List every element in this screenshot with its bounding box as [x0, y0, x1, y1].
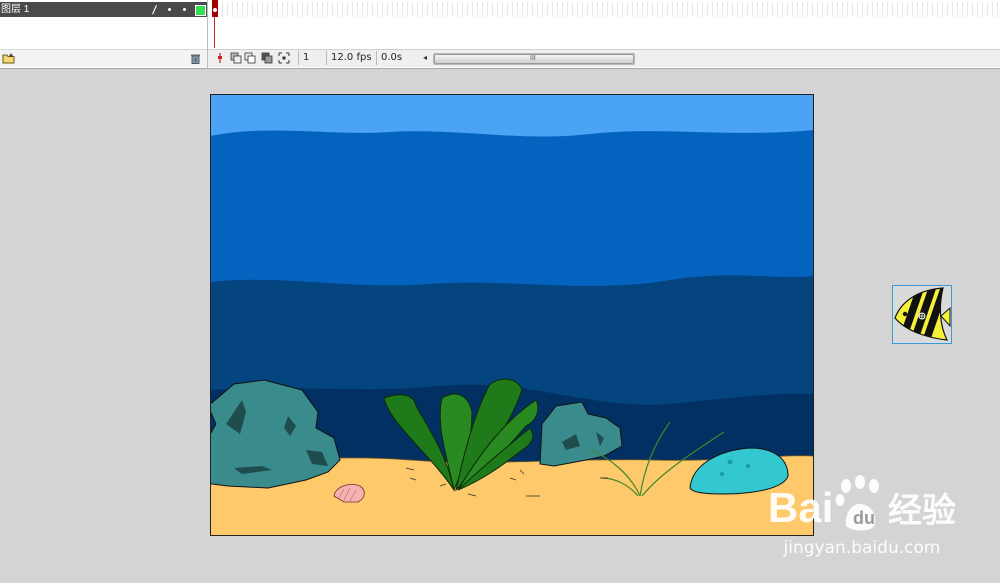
keyframe-icon: [213, 8, 217, 12]
modify-onion-markers-icon[interactable]: [278, 52, 290, 64]
frame-area[interactable]: [208, 0, 1000, 48]
timeline-panel: 图层 1 1 12.0 fps 0.0s ◂ III: [0, 0, 1000, 69]
pencil-icon: [152, 5, 157, 15]
brand-prefix: Bai: [768, 484, 833, 531]
current-frame-field: 1: [298, 51, 329, 65]
paw-icon: du: [835, 475, 879, 531]
delete-layer-icon[interactable]: [190, 53, 201, 64]
frame-rate-field[interactable]: 12.0 fps: [326, 51, 379, 65]
scroll-left-arrow-icon[interactable]: ◂: [421, 53, 429, 63]
visibility-dot-icon[interactable]: [168, 8, 171, 11]
edit-multiple-frames-icon[interactable]: [261, 52, 273, 64]
timeline-scrollbar[interactable]: III: [433, 53, 635, 65]
playhead-line: [214, 17, 215, 48]
onion-skin-icon[interactable]: [230, 52, 242, 64]
frame-strip[interactable]: [208, 2, 1000, 17]
brand-suffix: 经验: [888, 491, 956, 531]
baidu-jingyan-logo: Bai du 经验: [768, 475, 956, 531]
center-frame-icon[interactable]: [214, 52, 226, 64]
svg-text:du: du: [853, 508, 875, 528]
timeline-status-bar: 1 12.0 fps 0.0s ◂ III: [208, 49, 1000, 67]
lock-dot-icon[interactable]: [183, 8, 186, 11]
watermark-url: jingyan.baidu.com: [783, 538, 941, 558]
layer-row[interactable]: 图层 1: [0, 2, 207, 17]
grip-icon: III: [530, 55, 536, 62]
outline-color-icon[interactable]: [195, 5, 206, 16]
baidu-watermark: Bai du 经验 jingyan.baidu.com: [762, 474, 992, 564]
layer-name[interactable]: 图层 1: [1, 3, 29, 16]
add-folder-icon[interactable]: [2, 53, 16, 64]
onion-outline-icon[interactable]: [244, 52, 256, 64]
scrollbar-thumb[interactable]: III: [434, 54, 634, 64]
elapsed-time-field: 0.0s: [376, 51, 415, 65]
stage-canvas[interactable]: [210, 94, 814, 536]
layer-controls: [0, 49, 207, 67]
striped-fish-icon[interactable]: [892, 285, 952, 344]
layer-list: 图层 1: [0, 0, 208, 68]
